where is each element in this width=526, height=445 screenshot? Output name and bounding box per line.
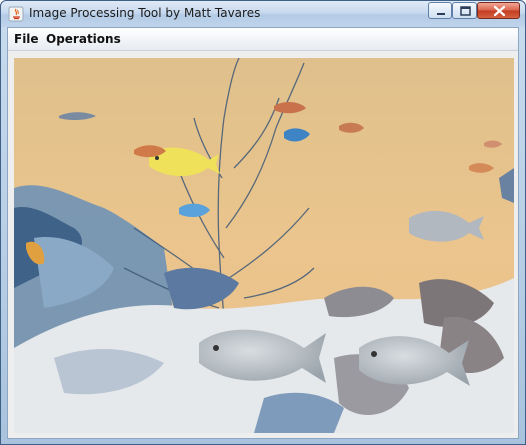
title-bar[interactable]: Image Processing Tool by Matt Tavares [1,1,525,27]
close-button[interactable] [477,2,520,19]
window-title: Image Processing Tool by Matt Tavares [29,6,261,20]
processed-image [14,58,514,433]
close-icon [493,5,506,17]
maximize-icon [460,6,471,16]
menu-file[interactable]: File [14,32,39,46]
minimize-button[interactable] [428,2,452,19]
maximize-button[interactable] [452,2,477,19]
client-area: File Operations [7,27,519,439]
image-canvas[interactable] [14,58,514,433]
menu-bar: File Operations [8,28,518,51]
menu-operations[interactable]: Operations [46,32,121,46]
java-app-icon[interactable] [8,6,24,22]
app-window: Image Processing Tool by Matt Tavares Fi… [0,0,526,445]
minimize-icon [437,13,445,15]
